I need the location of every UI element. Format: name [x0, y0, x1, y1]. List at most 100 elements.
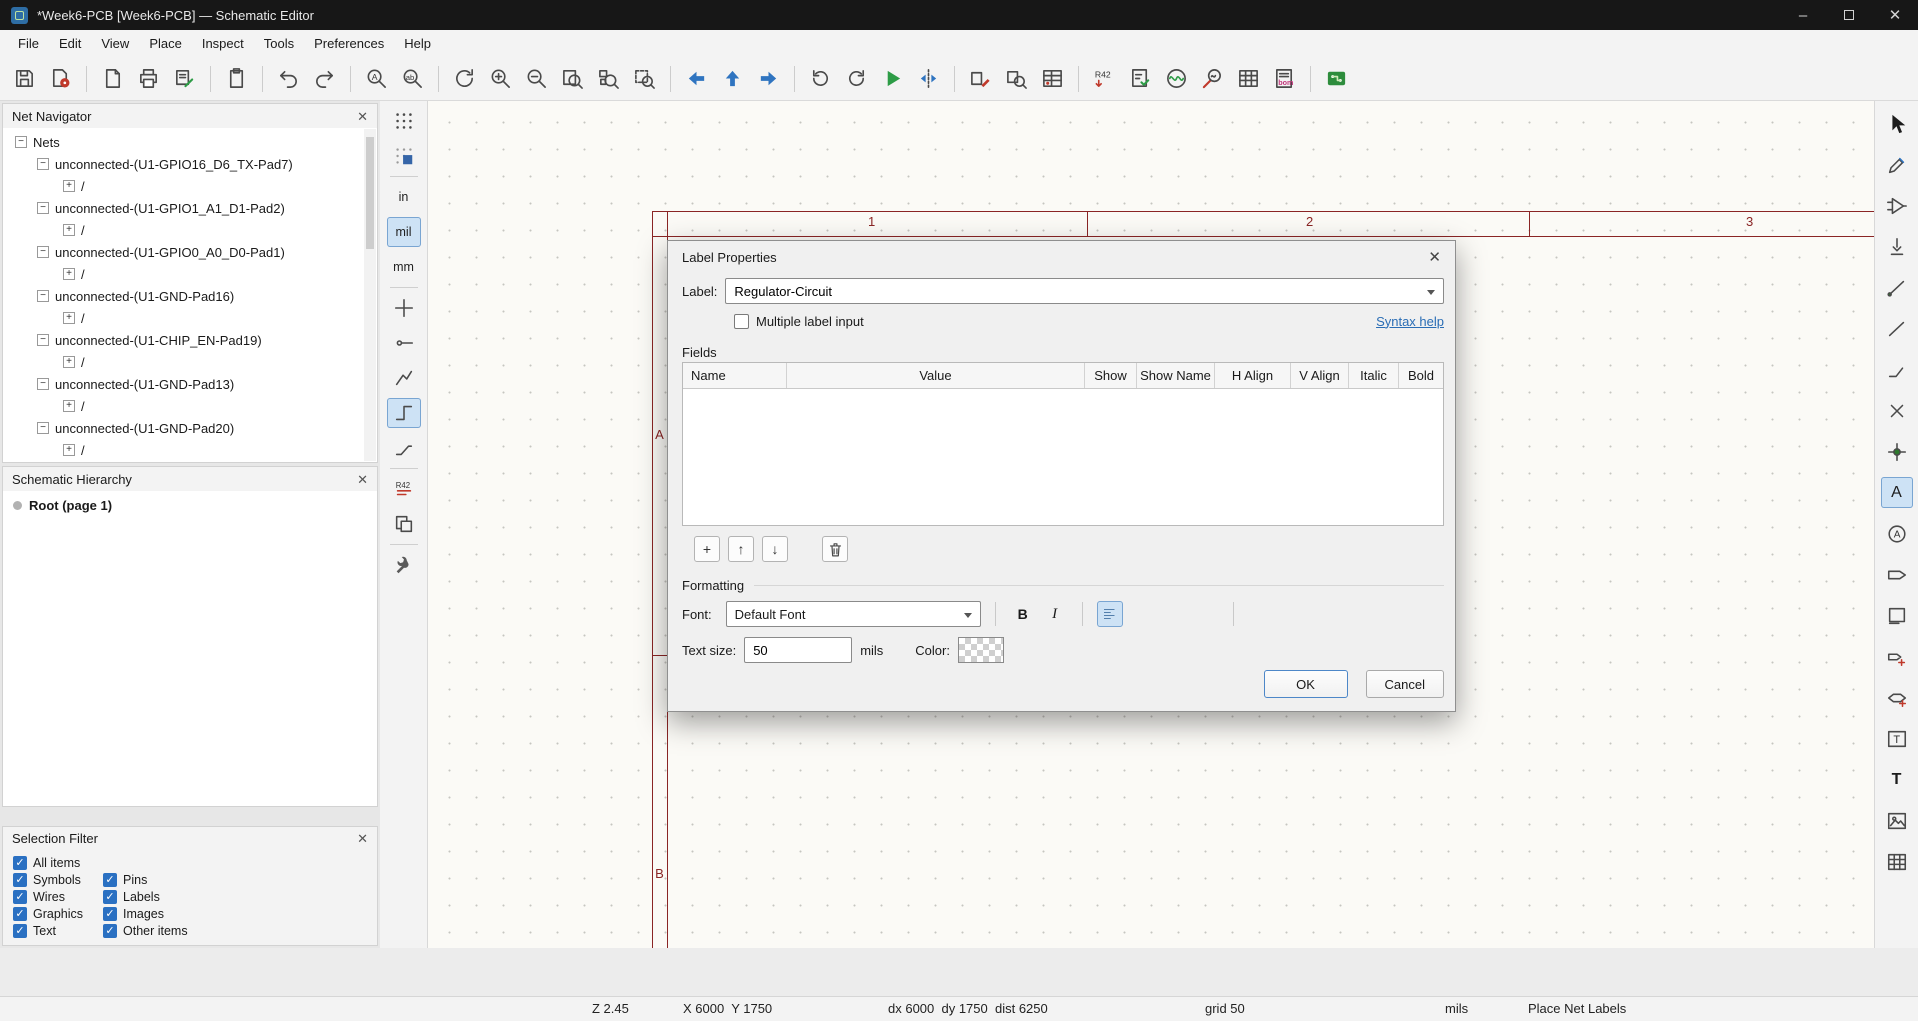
paste-icon[interactable] — [220, 62, 253, 95]
expand-icon[interactable]: + — [63, 180, 75, 192]
preferences-wrench-icon[interactable] — [387, 550, 421, 580]
symbol-fields-table-icon[interactable] — [1036, 62, 1069, 95]
tree-item-net[interactable]: − unconnected-(U1-GND-Pad13) — [3, 373, 377, 395]
zoom-in-icon[interactable] — [484, 62, 517, 95]
tree-item-net-sheet[interactable]: + / — [3, 351, 377, 373]
sheet-pin-tool-icon[interactable] — [1881, 641, 1913, 672]
zoom-selection-icon[interactable] — [628, 62, 661, 95]
menu-place[interactable]: Place — [139, 32, 192, 55]
scrollbar[interactable] — [364, 129, 376, 462]
font-select[interactable]: Default Font — [725, 601, 981, 627]
menu-inspect[interactable]: Inspect — [192, 32, 254, 55]
hierarchical-label-tool-icon[interactable] — [1881, 559, 1913, 590]
expand-icon[interactable]: + — [63, 400, 75, 412]
close-icon[interactable]: ✕ — [1428, 248, 1441, 266]
plot-icon[interactable] — [168, 62, 201, 95]
filter-images[interactable]: ✓ Images — [103, 906, 367, 921]
bold-button[interactable]: B — [1010, 601, 1036, 627]
find-icon[interactable]: A — [360, 62, 393, 95]
erc-icon[interactable] — [1124, 62, 1157, 95]
tree-item-net-sheet[interactable]: + / — [3, 307, 377, 329]
color-swatch-button[interactable] — [957, 637, 1004, 663]
collapse-icon[interactable]: − — [37, 378, 49, 390]
label-input[interactable] — [726, 279, 1443, 303]
filter-text[interactable]: ✓ Text — [13, 923, 103, 938]
multiple-label-checkbox[interactable] — [734, 313, 749, 329]
delete-field-button[interactable] — [822, 536, 848, 562]
minimize-icon[interactable]: – — [1780, 0, 1826, 30]
units-inches-button[interactable]: in — [387, 182, 421, 212]
valign-button[interactable] — [1193, 601, 1219, 627]
menu-preferences[interactable]: Preferences — [304, 32, 394, 55]
halign-right-button[interactable] — [1161, 601, 1187, 627]
collapse-icon[interactable]: − — [37, 290, 49, 302]
new-sheet-icon[interactable] — [96, 62, 129, 95]
nav-up-icon[interactable] — [716, 62, 749, 95]
halign-left-button[interactable] — [1096, 601, 1123, 627]
draw-wire-tool-icon[interactable] — [1881, 272, 1913, 303]
move-field-down-button[interactable]: ↓ — [762, 536, 788, 562]
draw-bus-tool-icon[interactable] — [1881, 313, 1913, 344]
collapse-icon[interactable]: − — [37, 158, 49, 170]
tree-item-net-sheet[interactable]: + / — [3, 395, 377, 417]
global-label-tool-icon[interactable] — [1881, 682, 1913, 713]
close-icon[interactable]: ✕ — [357, 473, 368, 486]
chevron-down-icon[interactable] — [1427, 290, 1435, 295]
refresh-view-icon[interactable] — [448, 62, 481, 95]
simulator-icon[interactable] — [1160, 62, 1193, 95]
hv-wire-mode-icon[interactable] — [386, 398, 421, 428]
show-values-icon[interactable]: R42 — [387, 474, 421, 504]
tree-item-net[interactable]: − unconnected-(U1-GPIO1_A1_D1-Pad2) — [3, 197, 377, 219]
no-connect-tool-icon[interactable] — [1881, 395, 1913, 426]
close-icon[interactable]: ✕ — [1872, 0, 1918, 30]
hierarchy-root-item[interactable]: Root (page 1) — [13, 498, 367, 513]
text-size-input[interactable] — [744, 637, 853, 663]
selection-tool-icon[interactable] — [1881, 108, 1913, 139]
rotate-cw-icon[interactable] — [840, 62, 873, 95]
collapse-icon[interactable]: − — [15, 136, 27, 148]
menu-edit[interactable]: Edit — [49, 32, 91, 55]
move-field-up-button[interactable]: ↑ — [728, 536, 754, 562]
nav-forward-icon[interactable] — [752, 62, 785, 95]
nav-back-icon[interactable] — [680, 62, 713, 95]
collapse-icon[interactable]: − — [37, 202, 49, 214]
directive-label-tool-icon[interactable]: A — [1881, 518, 1913, 549]
tree-item-net[interactable]: − unconnected-(U1-CHIP_EN-Pad19) — [3, 329, 377, 351]
mirror-icon[interactable] — [912, 62, 945, 95]
expand-icon[interactable]: + — [63, 268, 75, 280]
filter-labels[interactable]: ✓ Labels — [103, 889, 367, 904]
tree-item-net[interactable]: − unconnected-(U1-GND-Pad16) — [3, 285, 377, 307]
tree-item-nets[interactable]: − Nets — [3, 131, 377, 153]
place-symbol-tool-icon[interactable] — [1881, 190, 1913, 221]
filter-pins[interactable]: ✓ Pins — [103, 872, 367, 887]
scrollbar-thumb[interactable] — [366, 137, 374, 249]
menu-tools[interactable]: Tools — [254, 32, 304, 55]
expand-icon[interactable]: + — [63, 224, 75, 236]
ok-button[interactable]: OK — [1263, 670, 1348, 698]
find-replace-icon[interactable]: ab — [396, 62, 429, 95]
redo-icon[interactable] — [308, 62, 341, 95]
tree-item-net-sheet[interactable]: + / — [3, 219, 377, 241]
tree-item-net[interactable]: − unconnected-(U1-GPIO0_A0_D0-Pad1) — [3, 241, 377, 263]
highlight-net-icon[interactable] — [1881, 149, 1913, 180]
maximize-icon[interactable] — [1826, 0, 1872, 30]
sheet-settings-icon[interactable] — [44, 62, 77, 95]
units-mm-button[interactable]: mm — [387, 252, 421, 282]
any-angle-wire-mode-icon[interactable] — [387, 433, 421, 463]
units-mils-button[interactable]: mil — [386, 217, 421, 247]
tree-item-net[interactable]: − unconnected-(U1-GND-Pad20) — [3, 417, 377, 439]
tree-item-net-sheet[interactable]: + / — [3, 175, 377, 197]
hierarchical-sheet-tool-icon[interactable] — [1881, 600, 1913, 631]
add-field-button[interactable]: + — [694, 536, 720, 562]
line-graph-icon[interactable] — [387, 363, 421, 393]
filter-other-items[interactable]: ✓ Other items — [103, 923, 367, 938]
zoom-fit-icon[interactable] — [556, 62, 589, 95]
zoom-out-icon[interactable] — [520, 62, 553, 95]
expand-icon[interactable]: + — [63, 444, 75, 456]
table-tool-icon[interactable] — [1881, 846, 1913, 877]
annotate-icon[interactable]: R42 — [1088, 62, 1121, 95]
run-simulation-icon[interactable] — [876, 62, 909, 95]
hidden-pins-icon[interactable] — [387, 328, 421, 358]
dialog-titlebar[interactable]: Label Properties ✕ — [668, 241, 1455, 273]
label-combobox[interactable] — [725, 278, 1444, 304]
